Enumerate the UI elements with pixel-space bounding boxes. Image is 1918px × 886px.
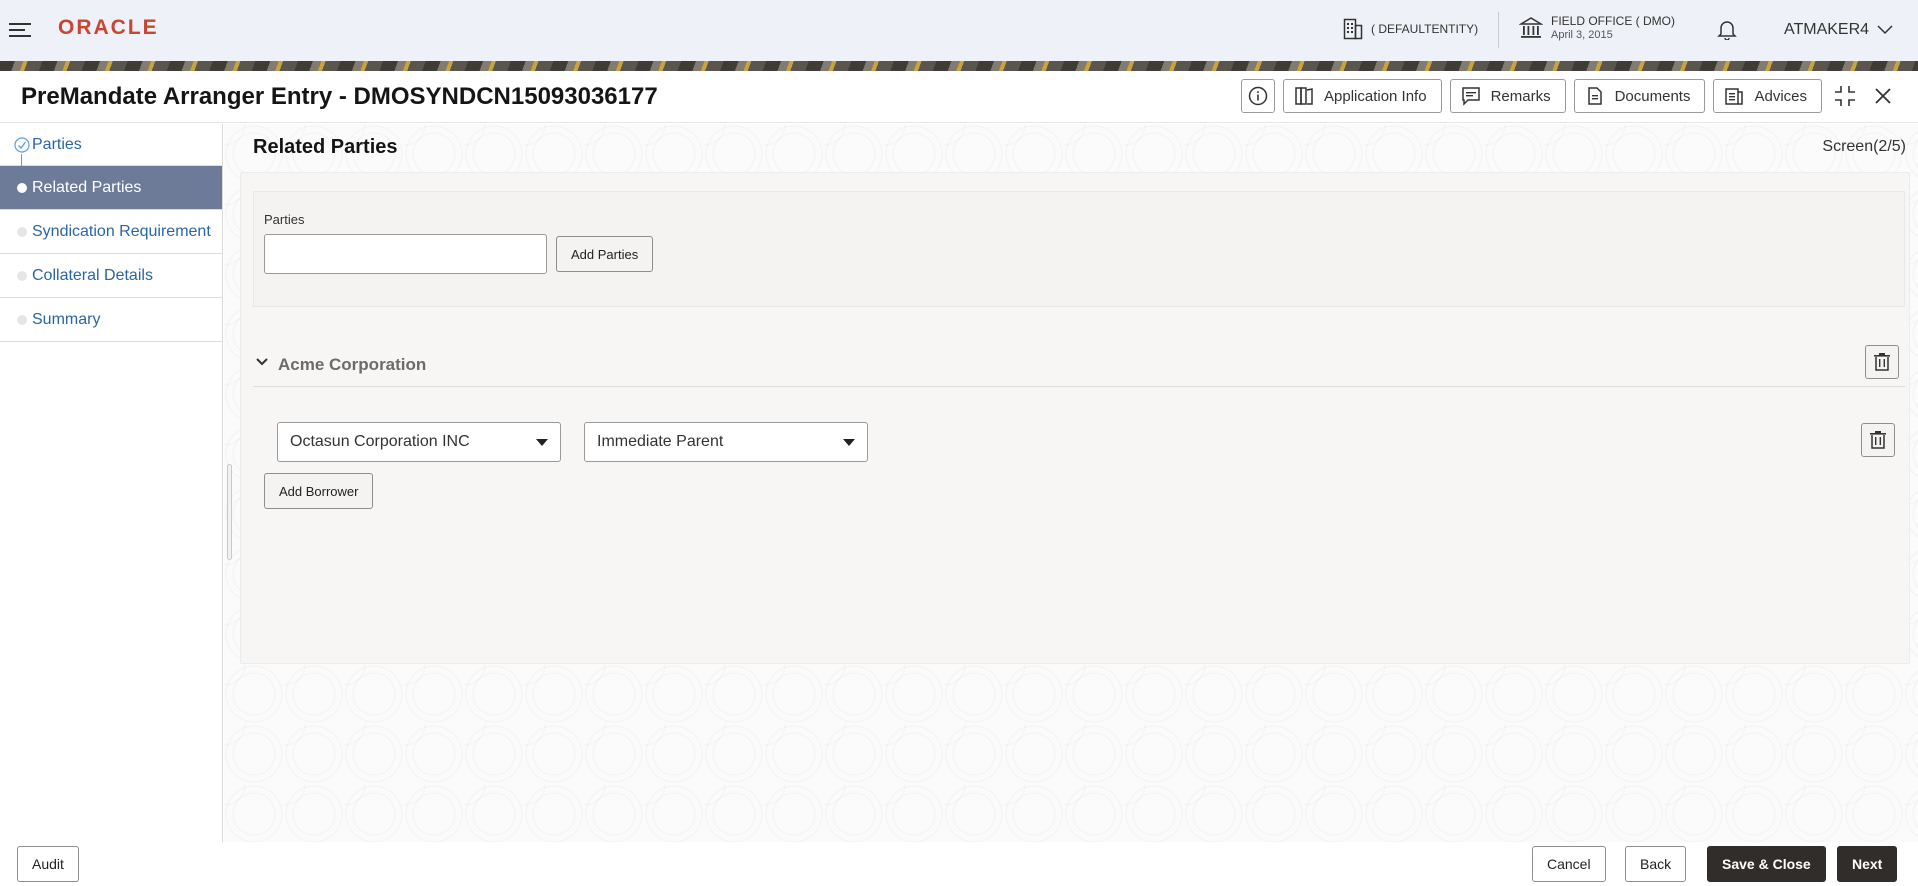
branch-date: April 3, 2015 [1551,29,1613,41]
step-dot [17,314,27,325]
title-bar: PreMandate Arranger Entry - DMOSYNDCN150… [0,71,1918,123]
step-dot [17,182,27,193]
delete-group-button[interactable] [1865,345,1899,379]
entity-label: ( DEFAULTENTITY) [1371,22,1479,36]
step-dot [17,270,27,281]
parties-input[interactable] [264,234,547,274]
step-navigation: Parties Related Parties Syndication Requ… [0,124,223,842]
info-icon [1248,86,1268,106]
building-icon [1343,18,1363,40]
remarks-icon [1461,87,1480,106]
delete-row-button[interactable] [1861,423,1895,457]
hamburger-menu-icon[interactable] [9,20,31,40]
branch-selector[interactable]: FIELD OFFICE ( DMO) April 3, 2015 [1519,14,1675,42]
step-dot [17,226,27,237]
documents-button[interactable]: Documents [1573,79,1706,113]
title-actions: Application Info Remarks Documents Advic… [1241,79,1898,113]
step-summary[interactable]: Summary [0,298,222,342]
caret-down-icon [843,439,855,446]
related-party-value: Octasun Corporation INC [290,433,470,450]
sidebar-resize-handle[interactable] [227,464,232,560]
maximize-button[interactable] [1830,79,1860,113]
caret-down-icon [536,439,548,446]
step-label: Collateral Details [32,266,153,284]
entity-selector[interactable]: ( DEFAULTENTITY) [1343,18,1478,40]
chevron-down-icon[interactable] [255,355,269,369]
chevron-down-icon [1877,25,1893,35]
decorative-banner [0,61,1918,71]
close-icon [1875,88,1891,104]
footer-bar: Audit Cancel Back Save & Close Next [0,842,1918,886]
documents-label: Documents [1614,87,1691,105]
remarks-button[interactable]: Remarks [1449,79,1566,113]
cancel-button[interactable]: Cancel [1532,846,1606,882]
related-party-select[interactable]: Octasun Corporation INC [277,422,561,462]
related-parties-card: Parties Add Parties Acme Corporation Oct… [240,172,1910,664]
next-button[interactable]: Next [1837,846,1898,882]
section-title: Related Parties [253,136,398,158]
documents-icon [1587,87,1602,105]
application-info-icon [1295,87,1313,105]
audit-button[interactable]: Audit [17,846,79,882]
trash-icon [1874,353,1890,371]
branch-name: FIELD OFFICE ( DMO) [1551,14,1675,28]
step-label: Related Parties [32,178,142,196]
advices-icon [1725,88,1744,105]
page-title: PreMandate Arranger Entry - DMOSYNDCN150… [21,83,658,110]
relationship-select[interactable]: Immediate Parent [584,422,868,462]
step-syndication-requirement[interactable]: Syndication Requirement [0,210,222,254]
advices-label: Advices [1754,87,1807,105]
step-collateral-details[interactable]: Collateral Details [0,254,222,298]
add-borrower-button[interactable]: Add Borrower [264,473,374,509]
bank-icon [1519,17,1543,38]
save-close-button[interactable]: Save & Close [1707,846,1826,882]
application-info-label: Application Info [1324,87,1427,105]
oracle-logo: ORACLE [58,16,159,39]
app-header: ORACLE ( DEFAULTENTITY) FIELD OFFICE ( D… [0,0,1918,61]
parties-panel: Parties Add Parties [253,191,1905,307]
trash-icon [1870,431,1886,449]
application-info-button[interactable]: Application Info [1283,79,1442,113]
info-button[interactable] [1241,79,1275,113]
relationship-value: Immediate Parent [597,433,724,450]
check-circle-icon [14,137,30,153]
header-divider [1498,12,1499,48]
step-label: Summary [32,310,101,328]
advices-button[interactable]: Advices [1713,79,1822,113]
close-button[interactable] [1868,79,1898,113]
user-menu[interactable]: ATMAKER4 [1784,21,1893,39]
remarks-label: Remarks [1490,87,1551,105]
screen-indicator: Screen(2/5) [1822,138,1906,155]
parties-label: Parties [264,212,305,227]
username: ATMAKER4 [1784,21,1870,38]
add-parties-button[interactable]: Add Parties [556,236,654,272]
notification-bell-icon[interactable] [1716,18,1738,40]
party-group-name: Acme Corporation [278,355,427,374]
step-related-parties[interactable]: Related Parties [0,166,222,210]
step-parties[interactable]: Parties [0,124,222,176]
minimize-window-icon [1835,86,1855,106]
party-group-header: Acme Corporation [253,343,1905,387]
main-content: Related Parties Screen(2/5) Parties Add … [224,124,1918,842]
step-label: Syndication Requirement [32,222,211,240]
back-button[interactable]: Back [1625,846,1687,882]
step-label: Parties [32,135,82,153]
